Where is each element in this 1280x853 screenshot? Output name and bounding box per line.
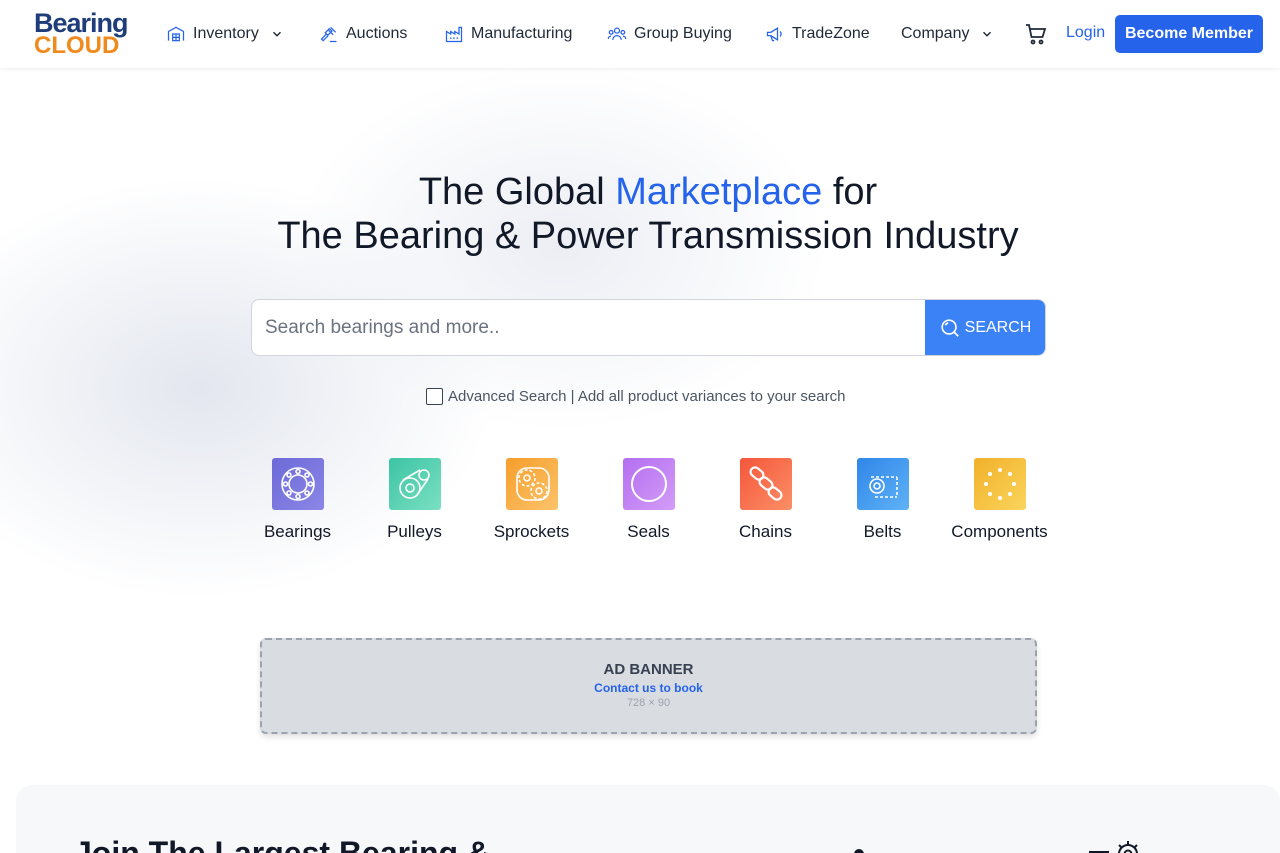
nav-label: TradeZone (792, 25, 870, 42)
ad-size-label: 728 × 90 (626, 697, 671, 709)
bearing-icon (271, 458, 324, 510)
hero-line1-post: for (822, 171, 878, 213)
belt-icon (856, 458, 909, 510)
search-bar: SEARCH (251, 299, 1046, 356)
components-icon (973, 458, 1026, 510)
gavel-icon (320, 26, 337, 43)
category-label: Sprockets (493, 522, 570, 541)
category-belts[interactable]: Belts (824, 458, 941, 542)
pulley-icon (388, 458, 441, 510)
group-icon (607, 27, 627, 40)
category-label: Chains (739, 522, 792, 541)
nav-label: Inventory (193, 25, 259, 42)
factory-icon (445, 26, 463, 43)
chevron-down-icon (983, 31, 992, 37)
advanced-search-checkbox[interactable] (426, 387, 443, 405)
chevron-down-icon (272, 31, 281, 37)
category-chains[interactable]: Chains (707, 458, 824, 542)
nav-item-company[interactable]: Company (901, 22, 994, 46)
search-input[interactable] (252, 300, 925, 355)
ad-banner[interactable]: AD BANNER Contact us to book 728 × 90 (260, 638, 1037, 734)
become-member-button[interactable]: Become Member (1115, 15, 1263, 53)
category-label: Components (951, 522, 1048, 541)
category-label: Bearings (263, 522, 332, 541)
category-pulleys[interactable]: Pulleys (356, 458, 473, 542)
search-icon (941, 318, 959, 337)
nav-item-tradezone[interactable]: TradeZone (765, 22, 870, 46)
category-label: Belts (863, 522, 902, 541)
bearingcloud-logo[interactable]: Bearing CLOUD (34, 10, 134, 58)
login-link[interactable]: Login (1066, 24, 1105, 42)
ad-contact-link[interactable]: Contact us to book (262, 681, 1035, 695)
join-section-title: Join The Largest Bearing & (74, 835, 491, 853)
nav-label: Auctions (346, 25, 408, 42)
category-bearings[interactable]: Bearings (239, 458, 356, 542)
logo-text-bottom: CLOUD (34, 32, 120, 59)
nav-label: Company (901, 25, 970, 42)
chain-icon (739, 458, 792, 510)
search-button[interactable]: SEARCH (925, 300, 1045, 355)
category-label: Seals (627, 522, 670, 541)
megaphone-icon (766, 27, 782, 42)
warehouse-gear-icon (1089, 841, 1141, 853)
category-label: Pulleys (387, 522, 442, 541)
hero-line2: The Bearing & Power Transmission Industr… (277, 215, 1019, 257)
hero-line1-accent: Marketplace (615, 171, 823, 213)
hero-line1-pre: The Global (418, 171, 616, 213)
category-seals[interactable]: Seals (590, 458, 707, 542)
ad-banner-title: AD BANNER (603, 661, 694, 678)
warehouse-icon (167, 26, 185, 42)
decorative-dot (854, 849, 864, 853)
hero-title: The Global Marketplace for The Bearing &… (0, 170, 1280, 258)
advanced-search-label: Advanced Search | Add all product varian… (448, 387, 846, 405)
nav-item-manufacturing[interactable]: Manufacturing (444, 22, 572, 46)
cart-icon[interactable] (1024, 22, 1048, 46)
search-button-label: SEARCH (964, 318, 1032, 336)
nav-item-inventory[interactable]: Inventory (166, 22, 284, 46)
nav-label: Manufacturing (471, 25, 573, 42)
nav-label: Group Buying (634, 25, 732, 42)
nav-item-auctions[interactable]: Auctions (319, 22, 407, 46)
category-components[interactable]: Components (941, 458, 1058, 542)
top-navbar: Bearing CLOUD Inventory Auctions Manufac… (0, 0, 1280, 68)
sprocket-icon (505, 458, 558, 510)
advanced-search-option[interactable]: Advanced Search | Add all product varian… (426, 386, 845, 406)
seal-icon (622, 458, 675, 510)
category-sprockets[interactable]: Sprockets (473, 458, 590, 542)
nav-item-group-buying[interactable]: Group Buying (607, 22, 732, 46)
